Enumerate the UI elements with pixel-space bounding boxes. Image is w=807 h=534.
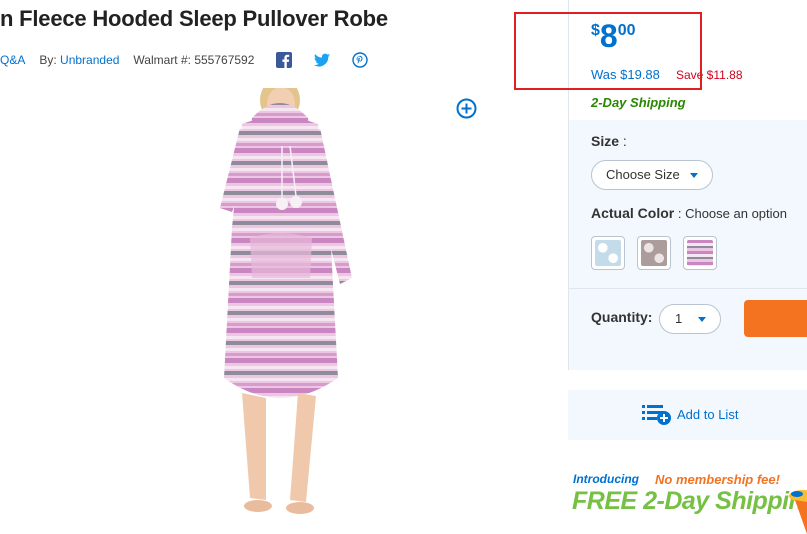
divider	[569, 288, 807, 289]
quantity-dropdown[interactable]: 1	[659, 304, 721, 334]
free-shipping-promo[interactable]: Introducing No membership fee! FREE 2-Da…	[568, 466, 807, 534]
color-swatch[interactable]	[683, 236, 717, 270]
brand-prefix: By:	[39, 53, 57, 67]
walmart-number: Walmart #: 555767592	[133, 53, 255, 67]
product-title: n Fleece Hooded Sleep Pullover Robe	[0, 6, 388, 31]
zoom-plus-icon[interactable]	[456, 98, 477, 119]
size-label: Size :	[591, 133, 627, 149]
qa-link[interactable]: Q&A	[0, 53, 25, 67]
chevron-down-icon	[690, 173, 698, 178]
add-list-icon	[642, 405, 671, 425]
color-label: Actual Color : Choose an option	[591, 205, 787, 221]
highlight-box	[514, 12, 702, 90]
quantity-label: Quantity:	[591, 309, 653, 325]
color-swatch[interactable]	[591, 236, 625, 270]
chevron-down-icon	[698, 317, 706, 322]
size-dropdown[interactable]: Choose Size	[591, 160, 713, 190]
product-meta-row: Q&A By: Unbranded Walmart #: 555767592	[0, 52, 369, 68]
shipping-badge: 2-Day Shipping	[591, 95, 686, 110]
brand-link[interactable]: Unbranded	[60, 53, 119, 67]
pinterest-icon[interactable]	[352, 52, 369, 68]
color-swatch[interactable]	[637, 236, 671, 270]
product-image	[220, 88, 352, 514]
facebook-icon[interactable]	[276, 52, 293, 68]
promo-free-shipping: FREE 2-Day Shipping	[572, 487, 807, 515]
add-to-list-bar[interactable]: Add to List	[568, 390, 807, 440]
add-to-cart-button[interactable]	[744, 300, 807, 337]
walmart-spark-icon	[789, 490, 807, 534]
promo-introducing: Introducing	[573, 472, 639, 486]
add-to-list-label: Add to List	[677, 406, 739, 422]
twitter-icon[interactable]	[314, 52, 331, 68]
promo-no-fee: No membership fee!	[655, 472, 780, 487]
